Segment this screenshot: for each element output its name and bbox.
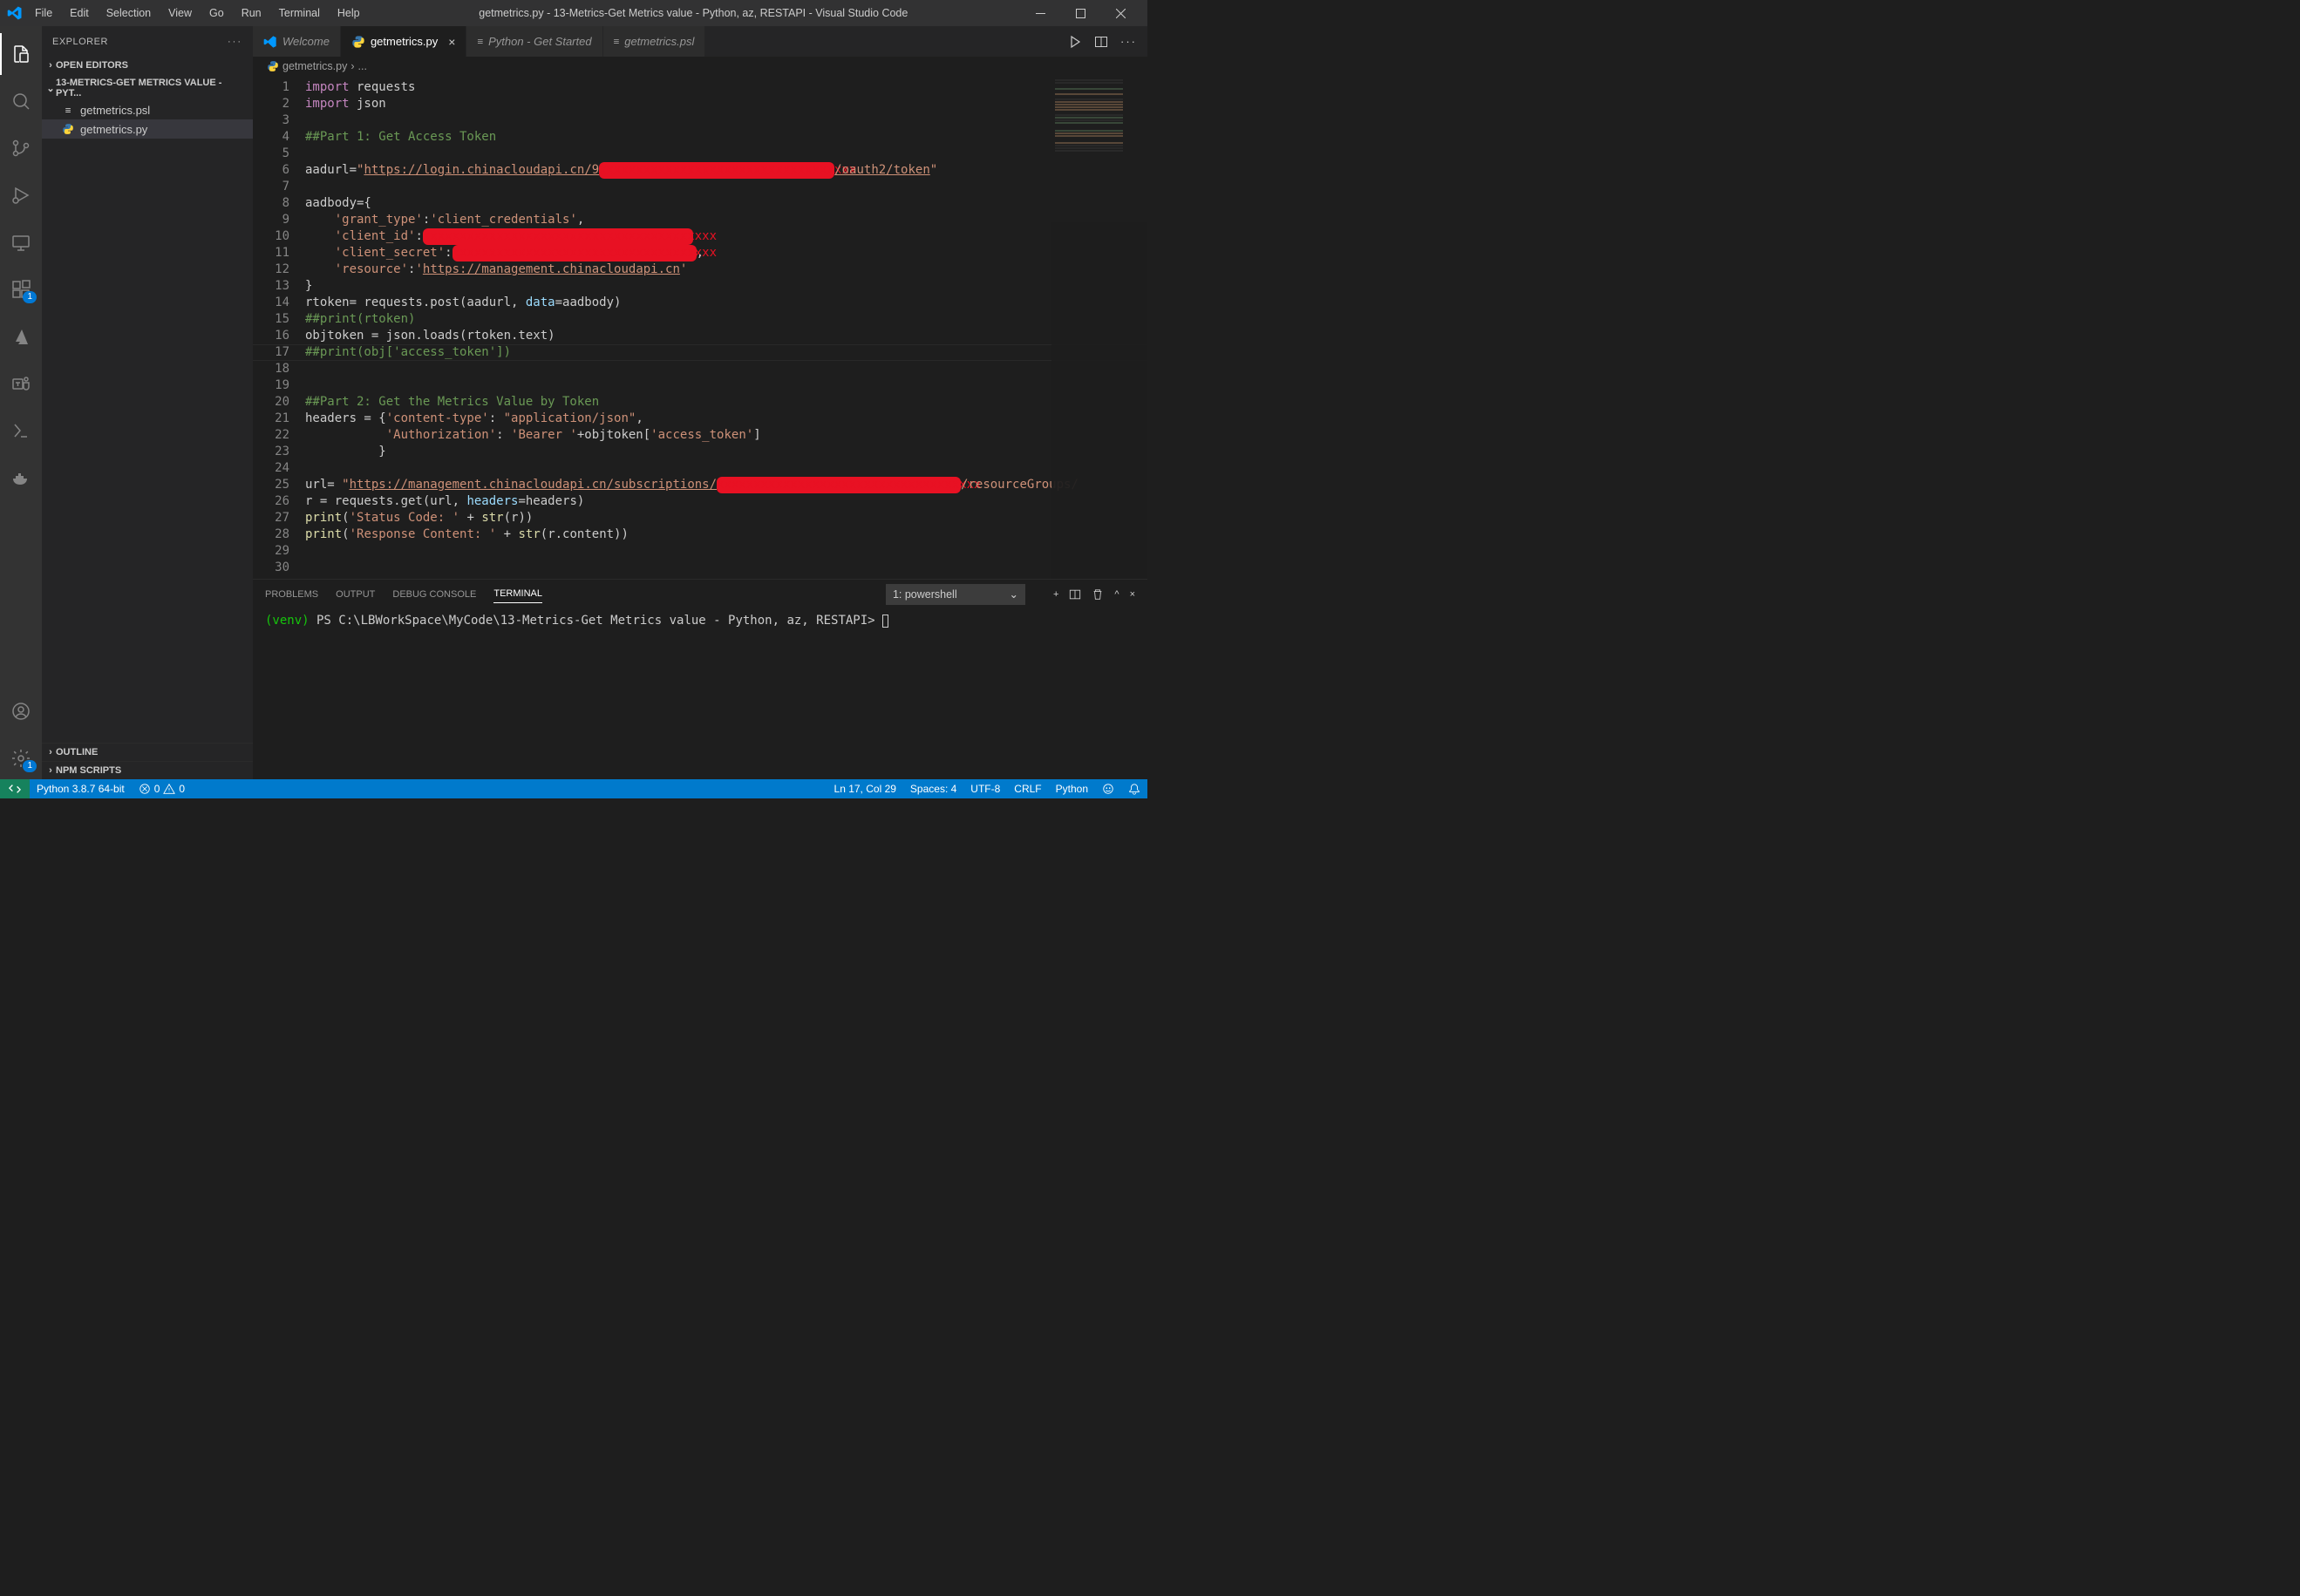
chevron-right-icon: › bbox=[45, 765, 56, 776]
more-icon[interactable]: ··· bbox=[1120, 35, 1137, 48]
status-eol[interactable]: CRLF bbox=[1007, 779, 1048, 798]
menu-bar: File Edit Selection View Go Run Terminal… bbox=[28, 3, 367, 23]
close-button[interactable] bbox=[1100, 0, 1140, 26]
file-label: getmetrics.py bbox=[80, 123, 147, 136]
terminal-selector[interactable]: 1: powershell⌄ bbox=[886, 584, 1025, 605]
menu-help[interactable]: Help bbox=[330, 3, 367, 23]
explorer-more-icon[interactable]: ··· bbox=[228, 37, 242, 47]
tab-welcome[interactable]: Welcome bbox=[253, 26, 341, 57]
chevron-down-icon: ⌄ bbox=[1009, 587, 1017, 601]
status-cursor-position[interactable]: Ln 17, Col 29 bbox=[827, 779, 903, 798]
activity-search[interactable] bbox=[0, 80, 42, 122]
chevron-down-icon: ⌄ bbox=[45, 83, 56, 94]
kill-terminal-icon[interactable] bbox=[1092, 588, 1104, 601]
activity-run-debug[interactable] bbox=[0, 174, 42, 216]
split-editor-icon[interactable] bbox=[1094, 35, 1108, 49]
section-open-editors[interactable]: ›OPEN EDITORS bbox=[42, 58, 253, 72]
section-outline[interactable]: ›OUTLINE bbox=[42, 745, 253, 759]
editor-area: Welcome getmetrics.py × ≡ Python - Get S… bbox=[253, 26, 1147, 779]
python-file-icon bbox=[351, 35, 365, 49]
breadcrumb[interactable]: getmetrics.py › ... bbox=[253, 57, 1147, 76]
python-file-icon bbox=[61, 122, 75, 136]
line-gutter: 1234567891011121314151617181920212223242… bbox=[253, 76, 305, 579]
vscode-icon bbox=[263, 35, 277, 49]
chevron-right-icon: › bbox=[45, 60, 56, 71]
file-item[interactable]: ≡ getmetrics.psl bbox=[42, 100, 253, 119]
activity-docker[interactable] bbox=[0, 457, 42, 499]
maximize-button[interactable] bbox=[1060, 0, 1100, 26]
vscode-logo-icon bbox=[7, 5, 23, 21]
status-language[interactable]: Python bbox=[1049, 779, 1095, 798]
status-remote[interactable] bbox=[0, 779, 30, 798]
tab-python-get-started[interactable]: ≡ Python - Get Started bbox=[466, 26, 602, 57]
code-editor[interactable]: 1234567891011121314151617181920212223242… bbox=[253, 76, 1147, 579]
settings-badge: 1 bbox=[23, 760, 37, 772]
extensions-badge: 1 bbox=[23, 291, 37, 303]
window-title: getmetrics.py - 13-Metrics-Get Metrics v… bbox=[367, 7, 1020, 19]
activity-bar: 1 1 bbox=[0, 26, 42, 779]
title-bar: File Edit Selection View Go Run Terminal… bbox=[0, 0, 1147, 26]
menu-file[interactable]: File bbox=[28, 3, 59, 23]
status-python-version[interactable]: Python 3.8.7 64-bit bbox=[30, 779, 132, 798]
activity-remote-explorer[interactable] bbox=[0, 221, 42, 263]
minimap[interactable] bbox=[1051, 76, 1147, 579]
activity-powershell[interactable] bbox=[0, 410, 42, 452]
status-bar: Python 3.8.7 64-bit 0 0 Ln 17, Col 29 Sp… bbox=[0, 779, 1147, 798]
activity-azure[interactable] bbox=[0, 316, 42, 357]
terminal-cursor bbox=[882, 615, 888, 628]
activity-extensions[interactable]: 1 bbox=[0, 268, 42, 310]
file-item[interactable]: getmetrics.py bbox=[42, 119, 253, 139]
status-notifications-icon[interactable] bbox=[1121, 779, 1147, 798]
chevron-right-icon: › bbox=[45, 747, 56, 757]
menu-run[interactable]: Run bbox=[235, 3, 269, 23]
file-label: getmetrics.psl bbox=[80, 104, 150, 117]
status-feedback-icon[interactable] bbox=[1095, 779, 1121, 798]
minimize-button[interactable] bbox=[1020, 0, 1060, 26]
text-file-icon: ≡ bbox=[61, 103, 75, 117]
maximize-panel-icon[interactable]: ^ bbox=[1114, 589, 1119, 600]
panel-tab-output[interactable]: OUTPUT bbox=[336, 586, 375, 603]
split-terminal-icon[interactable] bbox=[1069, 588, 1081, 601]
section-npm-scripts[interactable]: ›NPM SCRIPTS bbox=[42, 764, 253, 778]
panel-tab-problems[interactable]: PROBLEMS bbox=[265, 586, 318, 603]
terminal-content[interactable]: (venv) PS C:\LBWorkSpace\MyCode\13-Metri… bbox=[253, 608, 1147, 779]
menu-go[interactable]: Go bbox=[202, 3, 231, 23]
run-icon[interactable] bbox=[1068, 35, 1082, 49]
window-controls bbox=[1020, 0, 1140, 26]
close-panel-icon[interactable]: × bbox=[1130, 589, 1135, 600]
tab-getmetrics-psl[interactable]: ≡ getmetrics.psl bbox=[603, 26, 706, 57]
menu-edit[interactable]: Edit bbox=[63, 3, 96, 23]
activity-accounts[interactable] bbox=[0, 690, 42, 732]
menu-view[interactable]: View bbox=[161, 3, 199, 23]
editor-tabs: Welcome getmetrics.py × ≡ Python - Get S… bbox=[253, 26, 1147, 57]
sidebar-explorer: EXPLORER ··· ›OPEN EDITORS ⌄13-METRICS-G… bbox=[42, 26, 253, 779]
activity-explorer[interactable] bbox=[0, 33, 42, 75]
status-problems[interactable]: 0 0 bbox=[132, 779, 192, 798]
menu-selection[interactable]: Selection bbox=[99, 3, 158, 23]
close-icon[interactable]: × bbox=[448, 35, 455, 49]
activity-settings[interactable]: 1 bbox=[0, 737, 42, 779]
tab-getmetrics-py[interactable]: getmetrics.py × bbox=[341, 26, 467, 57]
status-encoding[interactable]: UTF-8 bbox=[963, 779, 1007, 798]
python-file-icon bbox=[267, 60, 279, 72]
new-terminal-icon[interactable]: + bbox=[1053, 589, 1058, 600]
text-file-icon: ≡ bbox=[614, 36, 620, 47]
section-folder[interactable]: ⌄13-METRICS-GET METRICS VALUE - PYT... bbox=[42, 76, 253, 100]
activity-teams[interactable] bbox=[0, 363, 42, 404]
panel-tab-debug-console[interactable]: DEBUG CONSOLE bbox=[392, 586, 476, 603]
activity-source-control[interactable] bbox=[0, 127, 42, 169]
bottom-panel: PROBLEMS OUTPUT DEBUG CONSOLE TERMINAL 1… bbox=[253, 579, 1147, 779]
explorer-title: EXPLORER bbox=[52, 37, 108, 47]
text-file-icon: ≡ bbox=[477, 36, 483, 47]
panel-tab-terminal[interactable]: TERMINAL bbox=[493, 585, 542, 603]
menu-terminal[interactable]: Terminal bbox=[272, 3, 327, 23]
code-content[interactable]: import requestsimport json ##Part 1: Get… bbox=[305, 76, 1147, 579]
status-indentation[interactable]: Spaces: 4 bbox=[903, 779, 963, 798]
